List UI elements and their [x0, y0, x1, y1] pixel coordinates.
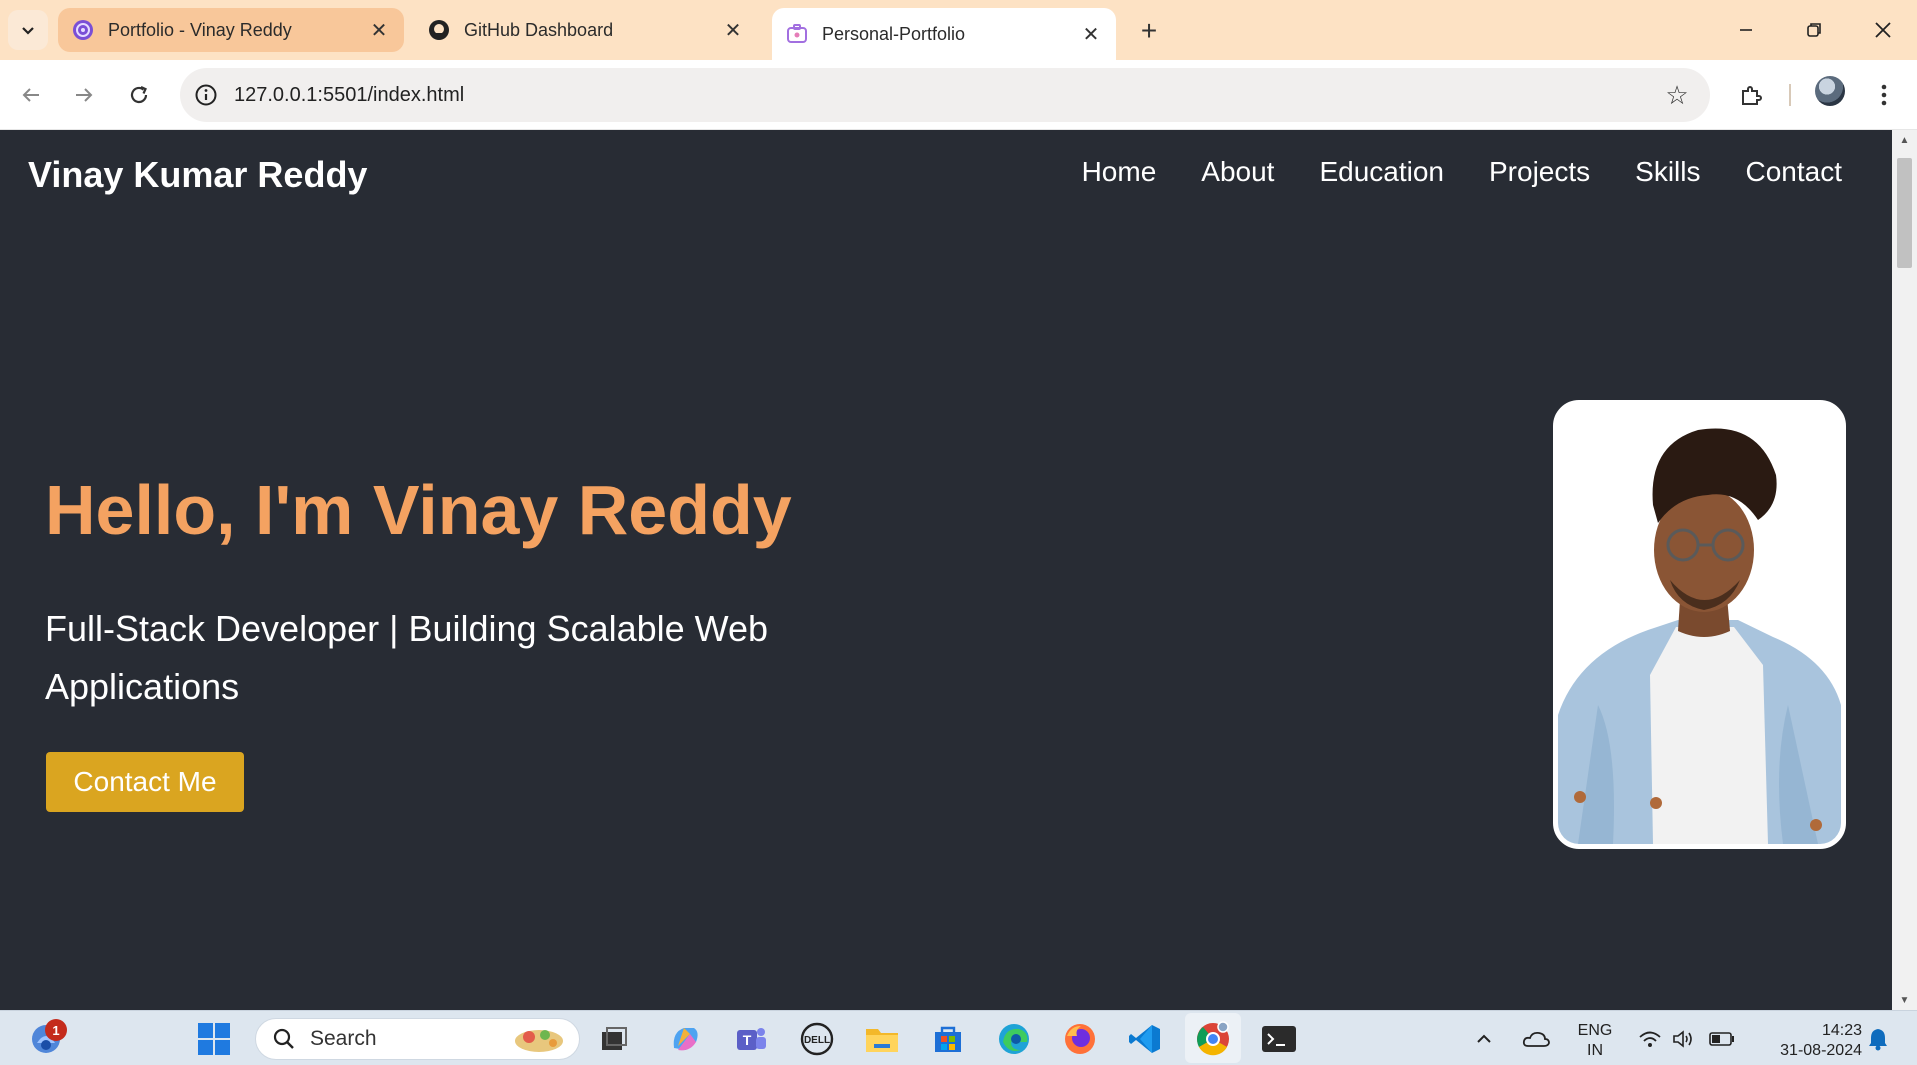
extensions-button[interactable]	[1731, 75, 1771, 115]
language-code: ENG	[1577, 1022, 1613, 1039]
close-icon[interactable]: ✕	[368, 19, 390, 42]
reload-button[interactable]	[119, 75, 159, 115]
site-brand[interactable]: Vinay Kumar Reddy	[28, 154, 367, 196]
reload-icon	[130, 85, 148, 104]
site-nav: Home About Education Projects Skills Con…	[1082, 156, 1842, 188]
tab-portfolio-vinay-reddy[interactable]: Portfolio - Vinay Reddy ✕	[58, 8, 404, 52]
new-tab-button[interactable]: +	[1132, 14, 1166, 48]
profile-photo	[1553, 400, 1846, 849]
menu-button[interactable]	[1864, 75, 1904, 115]
tab-github-dashboard[interactable]: GitHub Dashboard ✕	[414, 8, 758, 52]
language-indicator[interactable]: ENG IN	[1572, 1021, 1618, 1061]
clock-time: 14:23	[1821, 1022, 1862, 1039]
toolbar-divider	[1789, 84, 1791, 106]
microsoft-store-icon[interactable]	[928, 1019, 968, 1059]
svg-text:T: T	[743, 1032, 752, 1048]
search-icon	[273, 1028, 294, 1049]
windows-start-button[interactable]	[194, 1019, 234, 1059]
back-button[interactable]	[11, 75, 51, 115]
contact-me-button[interactable]: Contact Me	[46, 752, 244, 812]
info-icon[interactable]	[194, 83, 218, 107]
wifi-icon[interactable]	[1634, 1019, 1666, 1059]
tab-search-button[interactable]	[8, 10, 48, 50]
search-highlight-icon	[509, 1023, 569, 1055]
chrome-icon[interactable]	[1193, 1019, 1233, 1059]
profile-photo-illustration	[1558, 405, 1841, 844]
nav-skills[interactable]: Skills	[1635, 156, 1700, 188]
speaker-icon[interactable]	[1668, 1019, 1700, 1059]
puzzle-icon	[1742, 86, 1762, 105]
restore-icon	[1807, 23, 1821, 37]
star-icon[interactable]: ☆	[1662, 80, 1692, 110]
tab-personal-portfolio[interactable]: Personal-Portfolio ✕	[772, 8, 1116, 60]
more-vertical-icon	[1881, 84, 1887, 106]
forward-button[interactable]	[64, 75, 104, 115]
clock[interactable]: 14:23 31-08-2024	[1752, 1021, 1862, 1061]
page-scrollbar[interactable]: ▲ ▼	[1892, 130, 1917, 1010]
restore-button[interactable]	[1791, 10, 1837, 50]
chevron-down-icon	[22, 27, 34, 35]
search-placeholder: Search	[310, 1027, 377, 1050]
nav-education[interactable]: Education	[1319, 156, 1444, 188]
clock-date: 31-08-2024	[1780, 1042, 1862, 1059]
region-code: IN	[1587, 1042, 1603, 1059]
tab-title: Personal-Portfolio	[822, 23, 966, 44]
file-explorer-icon[interactable]	[862, 1019, 902, 1059]
teams-icon[interactable]: T	[731, 1019, 771, 1059]
url-text[interactable]: 127.0.0.1:5501/index.html	[234, 84, 464, 107]
hero-title: Hello, I'm Vinay Reddy	[45, 471, 792, 549]
battery-icon[interactable]	[1706, 1019, 1738, 1059]
svg-text:DELL: DELL	[804, 1035, 830, 1046]
profile-avatar[interactable]	[1815, 76, 1845, 106]
minimize-icon	[1740, 29, 1752, 31]
hero-subtitle: Full-Stack Developer | Building Scalable…	[45, 608, 769, 707]
windows-taskbar: 1 Search T DELL ENG IN 14:23 31-08-2024	[0, 1010, 1917, 1065]
dell-icon[interactable]: DELL	[797, 1019, 837, 1059]
close-icon[interactable]: ✕	[1080, 23, 1102, 46]
windows-logo-icon	[198, 1023, 230, 1055]
github-icon	[428, 19, 450, 41]
terminal-icon[interactable]	[1259, 1019, 1299, 1059]
taskbar-search[interactable]: Search	[255, 1018, 580, 1060]
firefox-icon[interactable]	[1060, 1019, 1100, 1059]
nav-contact[interactable]: Contact	[1746, 156, 1843, 188]
arrow-left-icon	[22, 88, 39, 102]
copilot-icon[interactable]	[665, 1019, 705, 1059]
notification-bell-icon[interactable]	[1861, 1019, 1895, 1059]
scroll-down-arrow-icon[interactable]: ▼	[1892, 990, 1917, 1010]
close-icon	[1875, 22, 1891, 38]
close-icon[interactable]: ✕	[722, 19, 744, 42]
tab-title: Portfolio - Vinay Reddy	[108, 19, 292, 40]
nav-about[interactable]: About	[1201, 156, 1274, 188]
vscode-icon[interactable]	[1125, 1019, 1165, 1059]
minimize-button[interactable]	[1723, 10, 1769, 50]
chevron-up-icon[interactable]	[1469, 1019, 1499, 1059]
task-view-icon[interactable]	[594, 1019, 634, 1059]
tab-title: GitHub Dashboard	[464, 19, 614, 40]
nav-home[interactable]: Home	[1082, 156, 1157, 188]
close-window-button[interactable]	[1860, 10, 1906, 50]
browser-toolbar: 127.0.0.1:5501/index.html ☆	[0, 60, 1917, 130]
onedrive-cloud-icon[interactable]	[1518, 1019, 1554, 1059]
nav-projects[interactable]: Projects	[1489, 156, 1590, 188]
address-bar[interactable]: 127.0.0.1:5501/index.html ☆	[180, 68, 1710, 122]
tab-strip: Portfolio - Vinay Reddy ✕ GitHub Dashboa…	[0, 0, 1917, 60]
arrow-right-icon	[76, 88, 93, 102]
edge-icon[interactable]	[994, 1019, 1034, 1059]
scroll-thumb[interactable]	[1897, 158, 1912, 268]
notification-badge: 1	[45, 1019, 67, 1041]
purple-globe-icon	[72, 19, 94, 41]
scroll-up-arrow-icon[interactable]: ▲	[1892, 130, 1917, 150]
purple-portfolio-icon	[786, 23, 808, 45]
portfolio-page: Vinay Kumar Reddy Home About Education P…	[0, 130, 1892, 1010]
